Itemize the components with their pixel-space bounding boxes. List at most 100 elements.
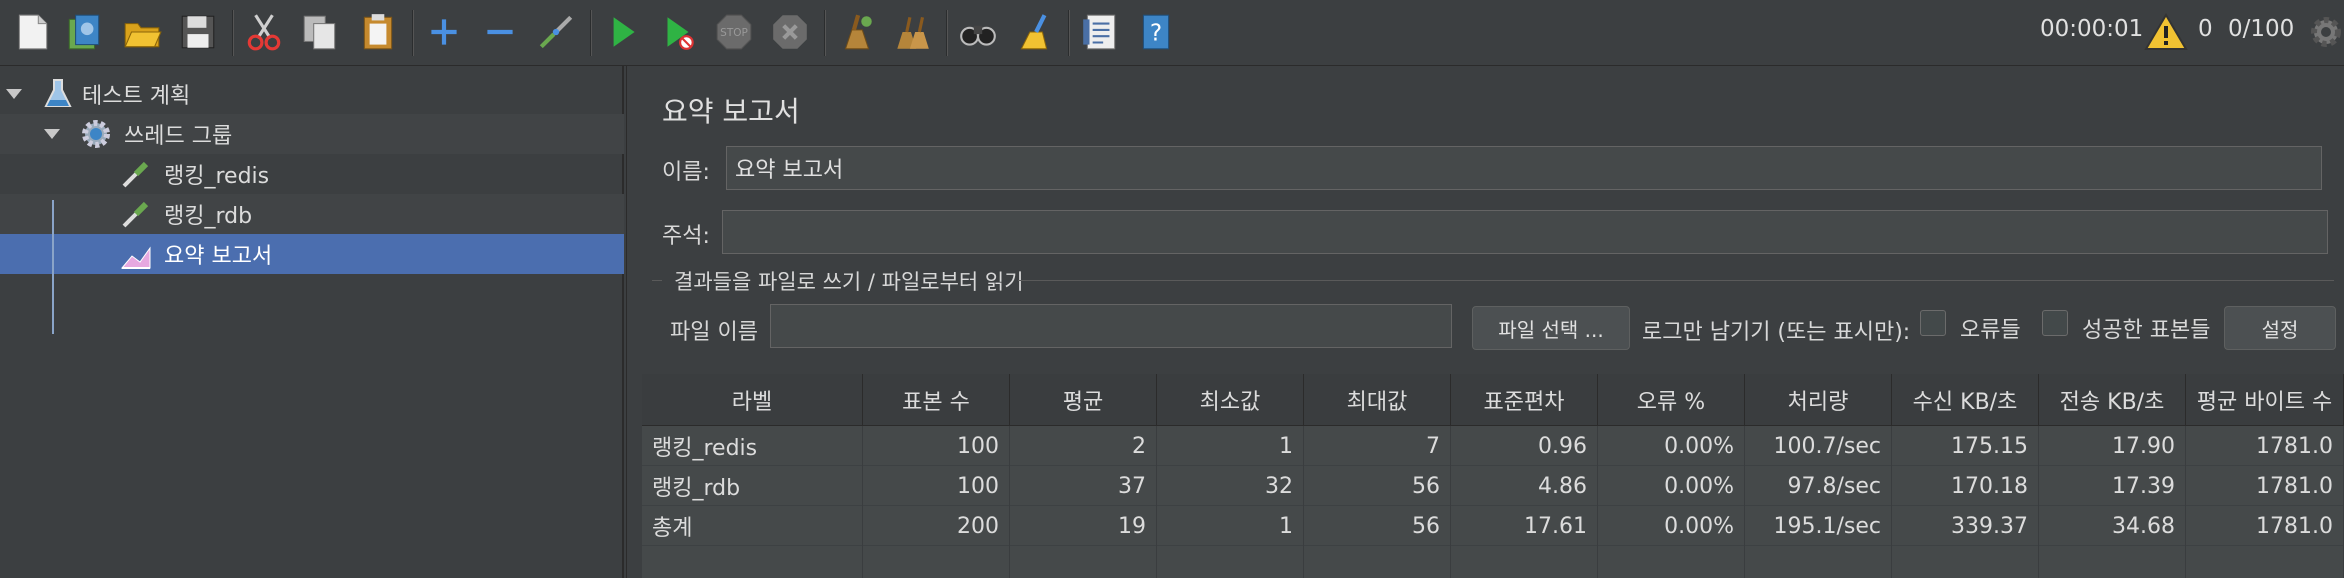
collapse-icon[interactable] (476, 8, 524, 56)
table-cell: 랭킹_rdb (642, 466, 863, 506)
table-cell (1745, 546, 1892, 578)
column-header[interactable]: 라벨 (642, 374, 863, 426)
tree-item-sampler-rdb[interactable]: 랭킹_rdb (0, 194, 624, 234)
elapsed-time: 00:00:01 (2040, 16, 2144, 42)
table-cell: 100 (863, 426, 1010, 466)
table-cell: 32 (1157, 466, 1304, 506)
table-cell: 2 (1010, 426, 1157, 466)
table-cell: 1 (1157, 506, 1304, 546)
table-cell: 0.00% (1598, 506, 1745, 546)
start-icon[interactable] (598, 8, 646, 56)
log-only-label: 로그만 남기기 (또는 표시만): (1642, 320, 1911, 345)
column-header[interactable]: 표준편차 (1451, 374, 1598, 426)
function-helper-icon[interactable] (1076, 8, 1124, 56)
table-cell: 37 (1010, 466, 1157, 506)
column-header[interactable]: 최소값 (1157, 374, 1304, 426)
errors-checkbox[interactable] (1920, 310, 1946, 336)
split-pane-divider[interactable] (626, 66, 640, 578)
table-cell: 34.68 (2039, 506, 2186, 546)
table-row-rdb[interactable]: 랭킹_rdb 100 37 32 56 4.86 0.00% 97.8/sec 170.18 17… (642, 466, 2344, 506)
tree-item-sampler-redis[interactable]: 랭킹_redis (0, 154, 624, 194)
tree-item-summary-report[interactable]: 요약 보고서 (0, 234, 624, 274)
clear-icon[interactable] (832, 8, 880, 56)
group-border (1018, 280, 2334, 281)
gear-icon (82, 120, 110, 148)
paste-icon[interactable] (354, 8, 402, 56)
tree-item-test-plan[interactable]: 테스트 계획 (0, 74, 624, 114)
table-cell (1451, 546, 1598, 578)
chevron-down-icon[interactable] (44, 129, 60, 139)
open-icon[interactable] (118, 8, 166, 56)
table-cell (2186, 546, 2344, 578)
table-cell: 56 (1304, 506, 1451, 546)
table-cell: 1781.0 (2186, 466, 2344, 506)
svg-text:?: ? (1150, 20, 1162, 46)
save-icon[interactable] (174, 8, 222, 56)
svg-text:STOP: STOP (720, 27, 748, 39)
cut-icon[interactable] (240, 8, 288, 56)
page-title: 요약 보고서 (662, 95, 800, 128)
tree-item-label: 테스트 계획 (82, 84, 191, 109)
toolbar-separator (824, 10, 826, 56)
table-cell: 0.00% (1598, 466, 1745, 506)
table-cell: 0.00% (1598, 426, 1745, 466)
report-icon (120, 246, 151, 269)
column-header[interactable]: 처리량 (1745, 374, 1892, 426)
clear-all-icon[interactable] (888, 8, 936, 56)
table-cell (2039, 546, 2186, 578)
table-cell: 17.61 (1451, 506, 1598, 546)
table-row-total[interactable]: 총계 200 19 1 56 17.61 0.00% 195.1/sec 339.37 34.68… (642, 506, 2344, 546)
start-no-pause-icon[interactable] (654, 8, 702, 56)
pipette-icon (122, 201, 149, 228)
warning-icon[interactable] (2144, 12, 2188, 52)
help-icon[interactable]: ? (1132, 8, 1180, 56)
tree-item-thread-group[interactable]: 쓰레드 그룹 (0, 114, 624, 154)
table-cell: 17.39 (2039, 466, 2186, 506)
configure-button[interactable]: 설정 (2224, 306, 2336, 350)
column-header[interactable]: 평균 (1010, 374, 1157, 426)
gear-icon (2311, 17, 2341, 47)
tree-guide-line (52, 200, 54, 334)
new-icon[interactable] (8, 8, 56, 56)
shutdown-icon[interactable] (766, 8, 814, 56)
table-cell (1010, 546, 1157, 578)
toggle-icon[interactable] (532, 8, 580, 56)
active-threads: 0/100 (2228, 16, 2295, 42)
search-icon[interactable] (954, 8, 1002, 56)
table-empty-row (642, 546, 2344, 578)
comment-field[interactable] (722, 210, 2328, 254)
table-cell: 170.18 (1892, 466, 2039, 506)
column-header[interactable]: 전송 KB/초 (2039, 374, 2186, 426)
toolbar-separator (946, 10, 948, 56)
name-field[interactable] (726, 146, 2322, 190)
reset-search-icon[interactable] (1010, 8, 1058, 56)
success-label: 성공한 표본들 (2082, 318, 2211, 343)
stop-icon[interactable]: STOP (710, 8, 758, 56)
table-cell: 56 (1304, 466, 1451, 506)
table-cell: 4.86 (1451, 466, 1598, 506)
tree-item-label: 랭킹_rdb (164, 204, 253, 229)
column-header[interactable]: 표본 수 (863, 374, 1010, 426)
column-header[interactable]: 오류 % (1598, 374, 1745, 426)
column-header[interactable]: 수신 KB/초 (1892, 374, 2039, 426)
column-header[interactable]: 평균 바이트 수 (2186, 374, 2344, 426)
table-cell: 1 (1157, 426, 1304, 466)
errors-label: 오류들 (1960, 318, 2021, 343)
comment-label: 주석: (662, 224, 710, 249)
templates-icon[interactable] (60, 8, 108, 56)
column-header[interactable]: 최대값 (1304, 374, 1451, 426)
table-cell (1892, 546, 2039, 578)
table-row-redis[interactable]: 랭킹_redis 100 2 1 7 0.96 0.00% 100.7/sec 175.15 17… (642, 426, 2344, 466)
table-header: 라벨 표본 수 평균 최소값 최대값 표준편차 오류 % 처리량 수신 KB/초… (642, 374, 2344, 426)
flask-icon (44, 79, 72, 107)
success-checkbox[interactable] (2042, 310, 2068, 336)
table-cell (642, 546, 863, 578)
copy-icon[interactable] (296, 8, 344, 56)
table-cell: 랭킹_redis (642, 426, 863, 466)
browse-button[interactable]: 파일 선택 ... (1472, 306, 1630, 350)
filename-field[interactable] (770, 304, 1452, 348)
chevron-down-icon[interactable] (6, 89, 22, 99)
table-cell: 총계 (642, 506, 863, 546)
expand-icon[interactable] (420, 8, 468, 56)
filename-label: 파일 이름 (670, 320, 758, 345)
